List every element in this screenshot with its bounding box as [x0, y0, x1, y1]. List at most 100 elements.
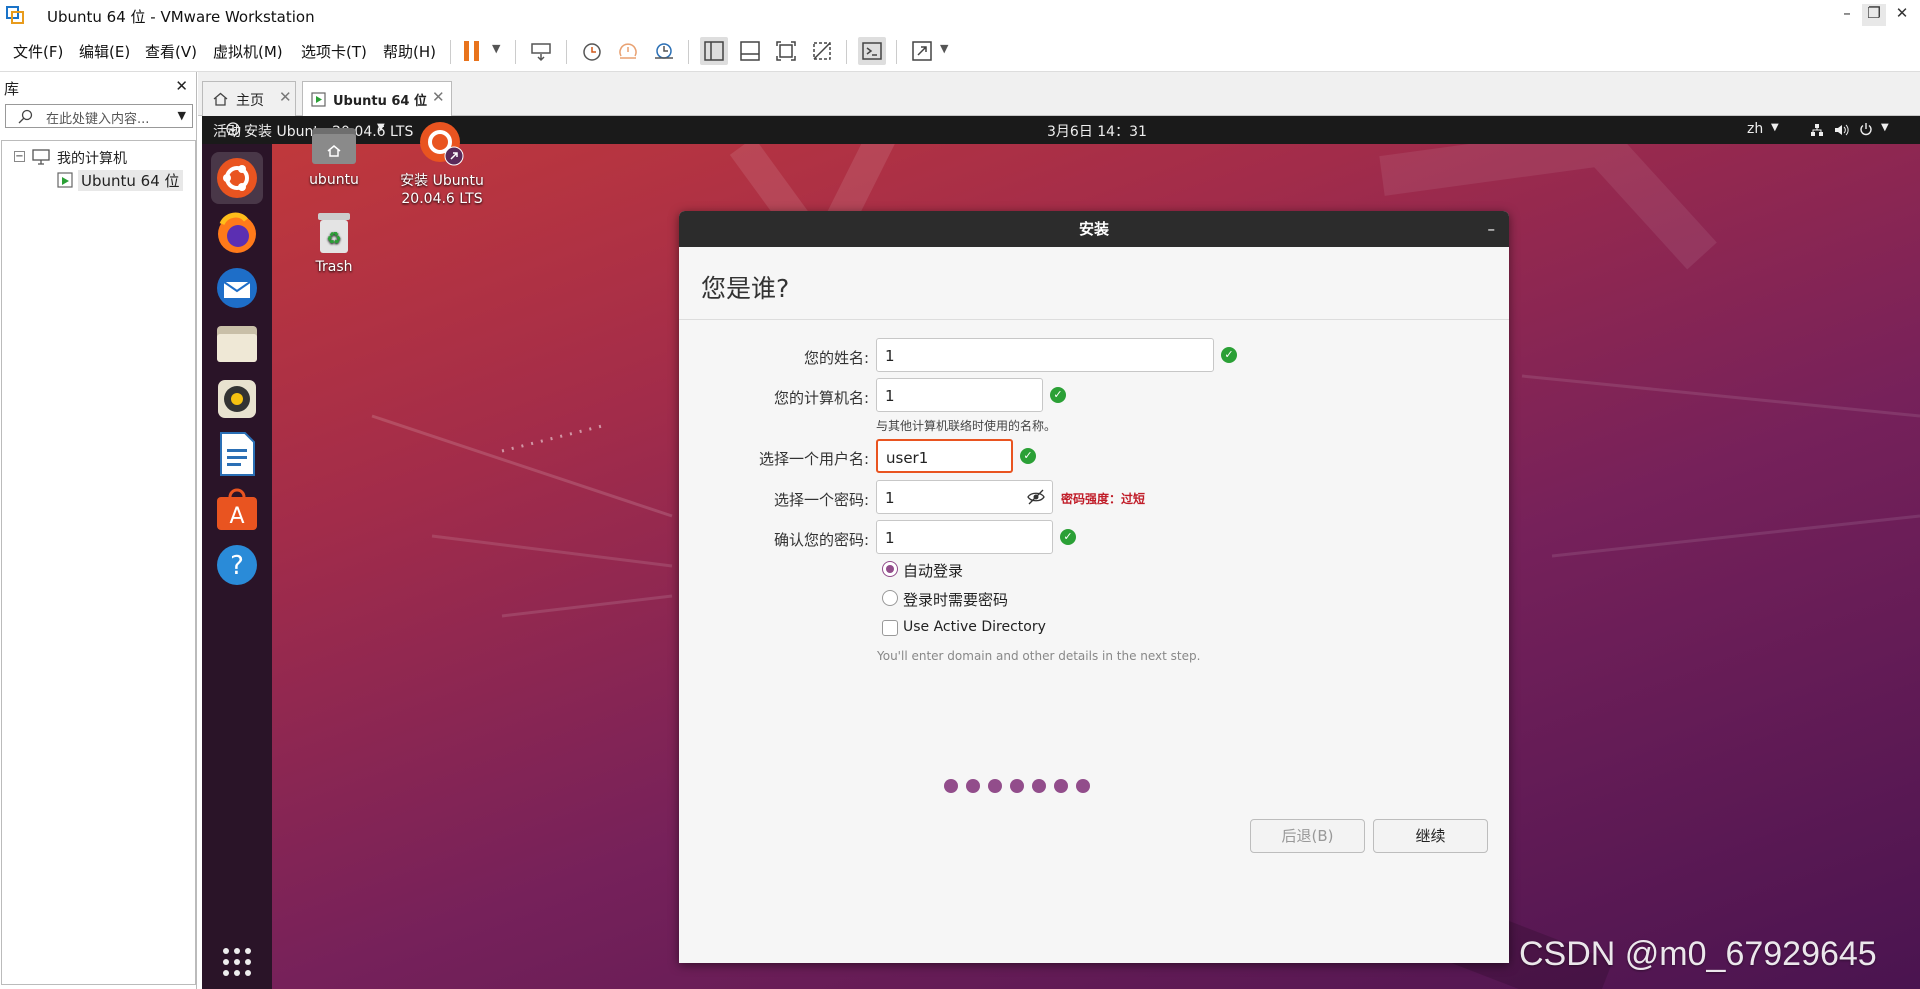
tree-my-computer[interactable]: 我的计算机: [57, 148, 127, 168]
close-button[interactable]: ✕: [1890, 4, 1914, 26]
password-field[interactable]: 1: [876, 480, 1053, 514]
desktop-icon-installer[interactable]: 安装 Ubuntu 20.04.6 LTS: [387, 120, 497, 208]
minimize-button[interactable]: –: [1835, 4, 1859, 26]
progress-dot: [1076, 779, 1090, 793]
progress-dot: [1054, 779, 1068, 793]
dialog-header: 安装 –: [679, 211, 1509, 247]
continue-button[interactable]: 继续: [1373, 819, 1488, 853]
menu-help[interactable]: 帮助(H): [383, 41, 436, 62]
fullscreen-icon[interactable]: [772, 37, 800, 65]
title-bar: Ubuntu 64 位 - VMware Workstation – ❐ ✕: [0, 0, 1920, 30]
tab-ubuntu[interactable]: Ubuntu 64 位 ✕: [302, 81, 452, 116]
volume-icon[interactable]: [1834, 123, 1850, 137]
language-dropdown-icon[interactable]: ▼: [1771, 122, 1779, 133]
page-title: 您是谁?: [701, 274, 790, 303]
computer-name-valid-icon: ✓: [1050, 387, 1066, 403]
tree-ubuntu-vm[interactable]: Ubuntu 64 位: [78, 170, 183, 191]
toolbar-separator: [896, 40, 897, 64]
menu-view[interactable]: 查看(V): [145, 41, 197, 62]
files-icon[interactable]: [211, 318, 263, 370]
auto-login-radio[interactable]: [882, 561, 898, 577]
toolbar-separator: [450, 40, 451, 64]
active-directory-label[interactable]: Use Active Directory: [903, 619, 1046, 635]
ubuntu-installer-icon: [420, 122, 464, 166]
require-password-radio[interactable]: [882, 590, 898, 606]
thumbnail-bar-icon[interactable]: [736, 37, 764, 65]
svg-text:?: ?: [230, 551, 244, 581]
vm-icon: [311, 92, 326, 107]
dock: A ?: [202, 144, 272, 989]
vm-icon: [57, 172, 73, 188]
desktop-icon-home[interactable]: ubuntu: [282, 124, 386, 188]
stretch-dropdown-icon[interactable]: ▼: [940, 42, 948, 55]
menu-vm[interactable]: 虚拟机(M): [213, 41, 283, 62]
require-password-label[interactable]: 登录时需要密码: [903, 589, 1008, 610]
desktop-icon-label: Trash: [315, 259, 353, 275]
search-dropdown-icon[interactable]: ▼: [178, 109, 186, 122]
menu-tabs[interactable]: 选项卡(T): [301, 41, 367, 62]
username-field[interactable]: user1: [876, 439, 1013, 473]
divider: [679, 319, 1509, 320]
active-directory-checkbox[interactable]: [882, 620, 898, 636]
input-language[interactable]: zh: [1747, 121, 1763, 137]
send-keys-icon[interactable]: [527, 37, 555, 65]
revert-snapshot-icon[interactable]: [614, 37, 642, 65]
pause-dropdown-icon[interactable]: ▼: [492, 42, 500, 55]
vmware-logo-icon: [6, 6, 24, 24]
name-field[interactable]: 1: [876, 338, 1214, 372]
progress-dot: [988, 779, 1002, 793]
help-icon[interactable]: ?: [211, 539, 263, 591]
unity-mode-icon[interactable]: [808, 37, 836, 65]
computer-name-hint: 与其他计算机联络时使用的名称。: [876, 419, 1057, 433]
auto-login-label[interactable]: 自动登录: [903, 560, 963, 581]
username-label: 选择一个用户名:: [758, 450, 869, 468]
tab-close-icon[interactable]: ✕: [279, 88, 292, 106]
firefox-icon[interactable]: [211, 207, 263, 259]
ubuntu-software-icon[interactable]: A: [211, 484, 263, 536]
console-view-icon[interactable]: [858, 37, 886, 65]
clock[interactable]: 3月6日 14：31: [1047, 121, 1147, 141]
tab-home[interactable]: 主页 ✕: [202, 81, 296, 116]
power-icon[interactable]: [1859, 122, 1873, 136]
search-placeholder: 在此处键入内容...: [46, 112, 150, 127]
confirm-password-field[interactable]: 1: [876, 520, 1053, 554]
snapshot-icon[interactable]: [578, 37, 606, 65]
minimize-button[interactable]: –: [1488, 211, 1496, 247]
home-folder-icon: [312, 128, 356, 164]
menu-file[interactable]: 文件(F): [13, 41, 63, 62]
thunderbird-icon[interactable]: [211, 262, 263, 314]
pause-icon[interactable]: [458, 37, 486, 65]
active-directory-hint: You'll enter domain and other details in…: [877, 649, 1201, 663]
library-panel: 库 ✕ 在此处键入内容... ▼ − 我的计算机 Ubuntu 64 位: [0, 72, 197, 989]
password-strength: 密码强度：过短: [1061, 492, 1146, 506]
desktop-icon-trash[interactable]: ♻ Trash: [282, 211, 386, 275]
show-password-icon[interactable]: [1027, 489, 1045, 505]
progress-dot: [944, 779, 958, 793]
computer-name-field[interactable]: 1: [876, 378, 1043, 412]
menu-edit[interactable]: 编辑(E): [79, 41, 130, 62]
network-icon[interactable]: [1810, 123, 1824, 137]
tab-close-icon[interactable]: ✕: [432, 88, 445, 106]
restore-button[interactable]: ❐: [1862, 4, 1886, 26]
ubuntu-installer-dock-icon[interactable]: [211, 152, 263, 204]
rhythmbox-icon[interactable]: [211, 373, 263, 425]
name-valid-icon: ✓: [1221, 347, 1237, 363]
progress-dot: [1010, 779, 1024, 793]
stretch-icon[interactable]: [908, 37, 936, 65]
confirm-password-valid-icon: ✓: [1060, 529, 1076, 545]
libreoffice-writer-icon[interactable]: [211, 428, 263, 480]
library-tree: − 我的计算机 Ubuntu 64 位: [1, 140, 196, 985]
system-menu-arrow-icon[interactable]: ▼: [1881, 122, 1889, 133]
library-title: 库: [4, 80, 20, 98]
library-search-input[interactable]: 在此处键入内容... ▼: [5, 104, 193, 128]
collapse-icon[interactable]: −: [14, 151, 25, 162]
library-view-icon[interactable]: [700, 37, 728, 65]
dialog-title: 安装: [1078, 220, 1109, 238]
back-button[interactable]: 后退(B): [1250, 819, 1365, 853]
vm-display[interactable]: 活动 安装 Ubuntu 20.04.6 LTS ▼ 3月6日 14：31 zh…: [202, 116, 1920, 989]
show-applications-icon[interactable]: [211, 936, 263, 988]
snapshot-manager-icon[interactable]: [650, 37, 678, 65]
desktop-icon-label: 安装 Ubuntu 20.04.6 LTS: [400, 173, 484, 207]
close-icon[interactable]: ✕: [175, 77, 188, 95]
toolbar-separator: [566, 40, 567, 64]
